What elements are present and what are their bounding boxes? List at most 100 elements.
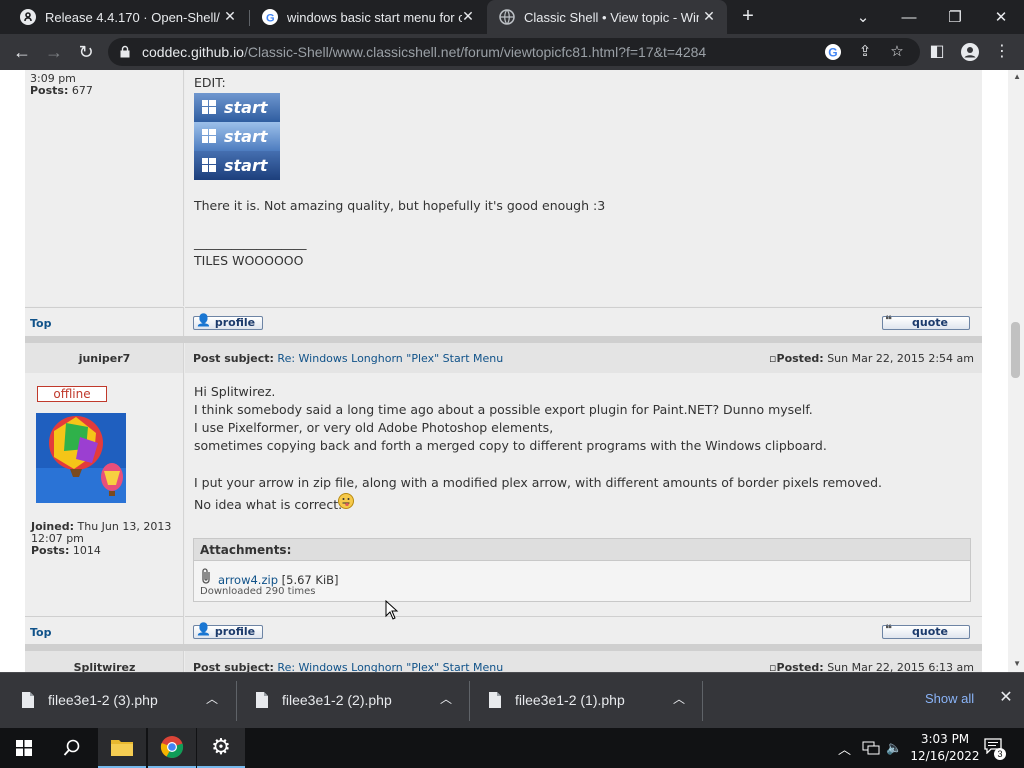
google-lens-icon[interactable]: G (824, 43, 842, 61)
download-filename: filee3e1-2 (2).php (282, 692, 392, 708)
svg-text:G: G (828, 46, 837, 60)
new-tab-button[interactable]: + (738, 6, 758, 26)
post2-line: No idea what is correct. (194, 497, 343, 512)
post1-footer-right: 👤 profile ❝ quote (185, 307, 982, 336)
download-filename: filee3e1-2 (1).php (515, 692, 625, 708)
chevron-up-icon[interactable]: ︿ (440, 690, 452, 707)
post2-posted-date: ▫Posted: Sun Mar 22, 2015 2:54 am (769, 352, 974, 365)
post2-author-header: juniper7 (25, 343, 184, 373)
download-item[interactable]: filee3e1-2 (1).php ︿ (467, 673, 701, 729)
menu-kebab-icon[interactable]: ⋮ (992, 42, 1012, 62)
taskbar-search-button[interactable] (48, 728, 96, 768)
forward-button[interactable]: → (42, 40, 66, 64)
post1-message: EDIT: start start start There it is. Not… (185, 70, 982, 306)
attachment-download-count: Downloaded 290 times (200, 586, 316, 597)
post3-author-name[interactable]: Splitwirez (25, 661, 184, 672)
scroll-down-arrow-icon[interactable]: ▼ (1013, 659, 1021, 668)
download-item[interactable]: filee3e1-2 (3).php ︿ (0, 673, 234, 729)
windows-logo-icon (202, 158, 216, 172)
page-scrollbar[interactable]: ▲ ▼ (1008, 70, 1024, 672)
close-icon[interactable]: ✕ (701, 8, 717, 24)
smiley-tongue-icon (338, 493, 354, 509)
taskbar-chrome[interactable] (148, 728, 196, 768)
side-panel-icon[interactable]: ◧ (927, 42, 947, 62)
quote-button[interactable]: ❝ quote (882, 623, 970, 639)
close-icon[interactable]: ✕ (460, 8, 476, 24)
tab-title: windows basic start menu for op (287, 9, 462, 25)
post2-author-name[interactable]: juniper7 (25, 352, 184, 365)
windows-logo-icon (202, 100, 216, 114)
post3-subject-link[interactable]: Re: Windows Longhorn "Plex" Start Menu (277, 661, 503, 672)
chrome-icon (160, 736, 184, 759)
profile-button[interactable]: 👤 profile (193, 313, 263, 330)
tab-classic-shell-topic[interactable]: Classic Shell • View topic - Windo ✕ (487, 0, 727, 34)
close-download-bar-icon[interactable]: ✕ (996, 688, 1016, 708)
attachment-link[interactable]: arrow4.zip (218, 573, 278, 587)
profile-button[interactable]: 👤 profile (193, 623, 263, 639)
scrollbar-thumb[interactable] (1011, 322, 1020, 378)
download-separator (702, 681, 703, 721)
lock-icon[interactable] (120, 45, 130, 58)
post2-line: sometimes copying back and forth a merge… (194, 438, 827, 453)
post3-subject: Post subject: Re: Windows Longhorn "Plex… (193, 661, 504, 672)
file-icon (256, 692, 268, 708)
mouse-cursor-icon (385, 600, 399, 620)
quote-button[interactable]: ❝ quote (882, 313, 970, 330)
tab-strip: Release 4.4.170 · Open-Shell/Ope ✕ G win… (0, 0, 1024, 34)
search-icon (63, 739, 80, 756)
minimize-button[interactable]: — (886, 0, 932, 34)
post2-line: I think somebody said a long time ago ab… (194, 402, 813, 417)
avatar (36, 413, 126, 503)
post2-footer-right: 👤 profile ❝ quote (185, 616, 982, 644)
start-label: start (224, 127, 268, 146)
url-text[interactable]: coddec.github.io/Classic-Shell/www.class… (142, 44, 706, 60)
post3-subject-header: Post subject: Re: Windows Longhorn "Plex… (185, 651, 982, 672)
download-item[interactable]: filee3e1-2 (2).php ︿ (234, 673, 468, 729)
chevron-up-icon[interactable]: ︿ (206, 690, 218, 707)
folder-icon (111, 740, 133, 756)
tab-title: Classic Shell • View topic - Windo (524, 9, 699, 25)
top-link[interactable]: Top (30, 626, 51, 639)
close-icon[interactable]: ✕ (222, 8, 238, 24)
address-bar[interactable]: coddec.github.io/Classic-Shell/www.class… (108, 38, 920, 66)
notification-center-button[interactable]: 3 (984, 738, 1006, 760)
tab-google-search[interactable]: G windows basic start menu for op ✕ (250, 0, 486, 34)
windows-start-button[interactable] (0, 728, 48, 768)
url-host: coddec.github.io (142, 44, 244, 60)
close-window-button[interactable]: ✕ (978, 0, 1024, 34)
taskbar-clock[interactable]: 3:03 PM 12/16/2022 (910, 731, 980, 765)
file-icon (22, 692, 34, 708)
download-filename: filee3e1-2 (3).php (48, 692, 158, 708)
post-icon: ▫ (769, 661, 777, 672)
restore-button[interactable]: ❐ (932, 0, 978, 34)
volume-icon[interactable]: 🔈 (886, 728, 902, 768)
top-link[interactable]: Top (30, 317, 51, 330)
post2-footer-left: Top (25, 616, 184, 644)
profile-avatar-icon[interactable] (960, 42, 980, 62)
clock-time: 3:03 PM (920, 732, 970, 746)
windows-logo-icon (202, 129, 216, 143)
post3-posted-date: ▫Posted: Sun Mar 22, 2015 6:13 am (769, 661, 974, 672)
show-hidden-icons-chevron[interactable]: ︿ (838, 728, 851, 768)
reload-button[interactable]: ↻ (74, 40, 98, 64)
bookmark-star-icon[interactable]: ☆ (888, 43, 906, 61)
user-icon: 👤 (196, 313, 211, 327)
start-label: start (224, 156, 268, 175)
tab-search-chevron-icon[interactable]: ⌄ (840, 0, 886, 34)
post-separator (25, 336, 982, 343)
chevron-up-icon[interactable]: ︿ (673, 690, 685, 707)
taskbar-settings[interactable]: ⚙ (197, 728, 245, 768)
share-icon[interactable]: ⇪ (856, 43, 874, 61)
show-all-downloads-link[interactable]: Show all (925, 691, 974, 706)
browser-toolbar: ← → ↻ coddec.github.io/Classic-Shell/www… (0, 34, 1024, 70)
quote-bubble-icon: ❝ (885, 313, 893, 327)
post1-post-count: Posts: 677 (30, 84, 93, 97)
network-icon[interactable] (862, 741, 880, 755)
clock-date: 12/16/2022 (910, 749, 980, 763)
post2-subject-link[interactable]: Re: Windows Longhorn "Plex" Start Menu (277, 352, 503, 365)
scroll-up-arrow-icon[interactable]: ▲ (1013, 72, 1021, 81)
taskbar-file-explorer[interactable] (98, 728, 146, 768)
post-separator (25, 644, 982, 651)
tab-open-shell-release[interactable]: Release 4.4.170 · Open-Shell/Ope ✕ (8, 0, 248, 34)
back-button[interactable]: ← (10, 40, 34, 64)
